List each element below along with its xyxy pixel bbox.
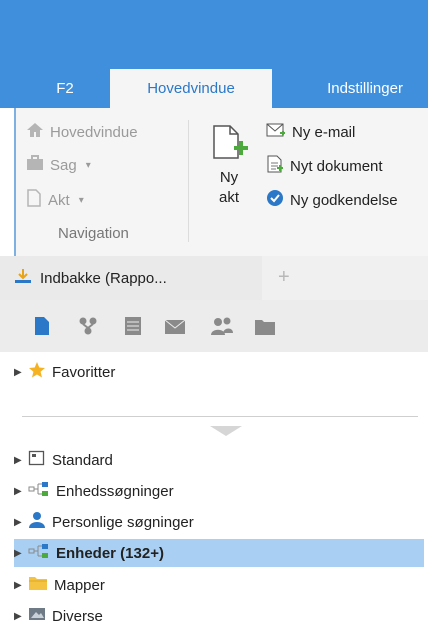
tree-node-enheder[interactable]: ▶ Enheder (132+)	[14, 539, 424, 567]
ribbon: Hovedvindue Sag ▾ Akt ▾ Navigation Ny ak…	[14, 108, 428, 256]
standard-icon	[28, 450, 46, 470]
tree-node-standard[interactable]: ▶ Standard	[14, 446, 424, 474]
app-window: F2 Hovedvindue Indstillinger Hovedvindue…	[0, 0, 428, 637]
nav-sag-button[interactable]: Sag ▾	[26, 155, 91, 175]
person-icon	[28, 511, 46, 533]
nav-akt-button[interactable]: Akt ▾	[26, 189, 84, 211]
document-tab-strip: Indbakke (Rappo... +	[0, 256, 428, 300]
tree-divider	[22, 416, 418, 417]
expand-arrow-icon[interactable]: ▶	[14, 548, 22, 559]
case-icon	[26, 155, 44, 175]
tree-node-personlige-sogninger[interactable]: ▶ Personlige søgninger	[14, 508, 424, 536]
tree-node-label: Enhedssøgninger	[56, 482, 174, 500]
expand-arrow-icon[interactable]: ▶	[14, 517, 22, 528]
tree-node-favoritter[interactable]: ▶ Favoritter	[14, 358, 424, 386]
chevron-down-icon: ▾	[85, 159, 91, 171]
expand-arrow-icon[interactable]: ▶	[14, 611, 22, 622]
title-bar: F2 Hovedvindue Indstillinger	[0, 0, 428, 108]
tree-node-label: Diverse	[52, 607, 103, 625]
expand-arrow-icon[interactable]: ▶	[14, 455, 22, 466]
tab-indstillinger[interactable]: Indstillinger	[302, 69, 428, 108]
tree-node-label: Enheder (132+)	[56, 544, 164, 562]
new-approval-button[interactable]: Ny godkendelse	[266, 189, 398, 211]
new-act-label-1: Ny	[219, 169, 239, 186]
new-document-icon	[266, 155, 284, 177]
email-icon	[266, 122, 286, 142]
document-view-icon[interactable]	[34, 316, 50, 341]
tree-node-label: Personlige søgninger	[52, 513, 194, 531]
folder-icon	[28, 575, 48, 595]
document-icon	[26, 189, 42, 211]
hierarchy-icon[interactable]	[78, 316, 98, 341]
ribbon-separator	[188, 120, 189, 242]
tree-node-diverse[interactable]: ▶ Diverse	[14, 602, 424, 630]
approval-icon	[266, 189, 284, 211]
misc-icon	[28, 606, 46, 626]
new-act-label-2: akt	[218, 189, 239, 206]
tree-node-label: Favoritter	[52, 363, 116, 381]
tab-indbakke[interactable]: Indbakke (Rappo...	[0, 256, 262, 300]
tree-node-mapper[interactable]: ▶ Mapper	[14, 571, 424, 599]
tree-node-label: Standard	[52, 451, 113, 469]
new-act-icon	[210, 125, 248, 166]
tab-hovedvindue[interactable]: Hovedvindue	[110, 69, 272, 108]
new-document-button[interactable]: Nyt dokument	[266, 155, 383, 177]
nav-hovedvindue-label: Hovedvindue	[50, 123, 138, 141]
new-email-button[interactable]: Ny e-mail	[266, 122, 355, 142]
navigation-tree: ▶ Favoritter ▶ Standard ▶ Enhedssøgninge…	[0, 352, 428, 637]
unit-icon	[28, 543, 50, 563]
tree-node-enhedssogninger[interactable]: ▶ Enhedssøgninger	[14, 477, 424, 505]
navigation-group-label: Navigation	[58, 225, 129, 242]
folder-view-icon[interactable]	[254, 316, 276, 341]
tab-indbakke-label: Indbakke (Rappo...	[40, 269, 167, 287]
add-tab-icon[interactable]: +	[278, 266, 290, 289]
expand-arrow-icon[interactable]: ▶	[14, 367, 22, 378]
chevron-down-icon: ▾	[78, 194, 84, 206]
new-document-label: Nyt dokument	[290, 157, 383, 175]
unit-search-icon	[28, 481, 50, 501]
nav-akt-label: Akt	[48, 191, 70, 209]
list-view-icon[interactable]	[124, 316, 142, 341]
people-icon[interactable]	[210, 316, 234, 341]
view-toolbar	[0, 300, 428, 352]
new-approval-label: Ny godkendelse	[290, 191, 398, 209]
mail-view-icon[interactable]	[164, 316, 186, 341]
tree-node-label: Mapper	[54, 576, 105, 594]
new-email-label: Ny e-mail	[292, 123, 356, 141]
new-act-button[interactable]: Ny akt	[204, 124, 254, 207]
nav-sag-label: Sag	[50, 156, 77, 174]
nav-hovedvindue-button[interactable]: Hovedvindue	[26, 122, 138, 142]
inbox-icon	[14, 268, 32, 288]
star-icon	[28, 361, 46, 383]
expand-arrow-icon[interactable]: ▶	[14, 486, 22, 497]
home-icon	[26, 122, 44, 142]
tab-f2[interactable]: F2	[40, 69, 90, 108]
splitter-handle-icon[interactable]	[210, 426, 242, 436]
expand-arrow-icon[interactable]: ▶	[14, 580, 22, 591]
